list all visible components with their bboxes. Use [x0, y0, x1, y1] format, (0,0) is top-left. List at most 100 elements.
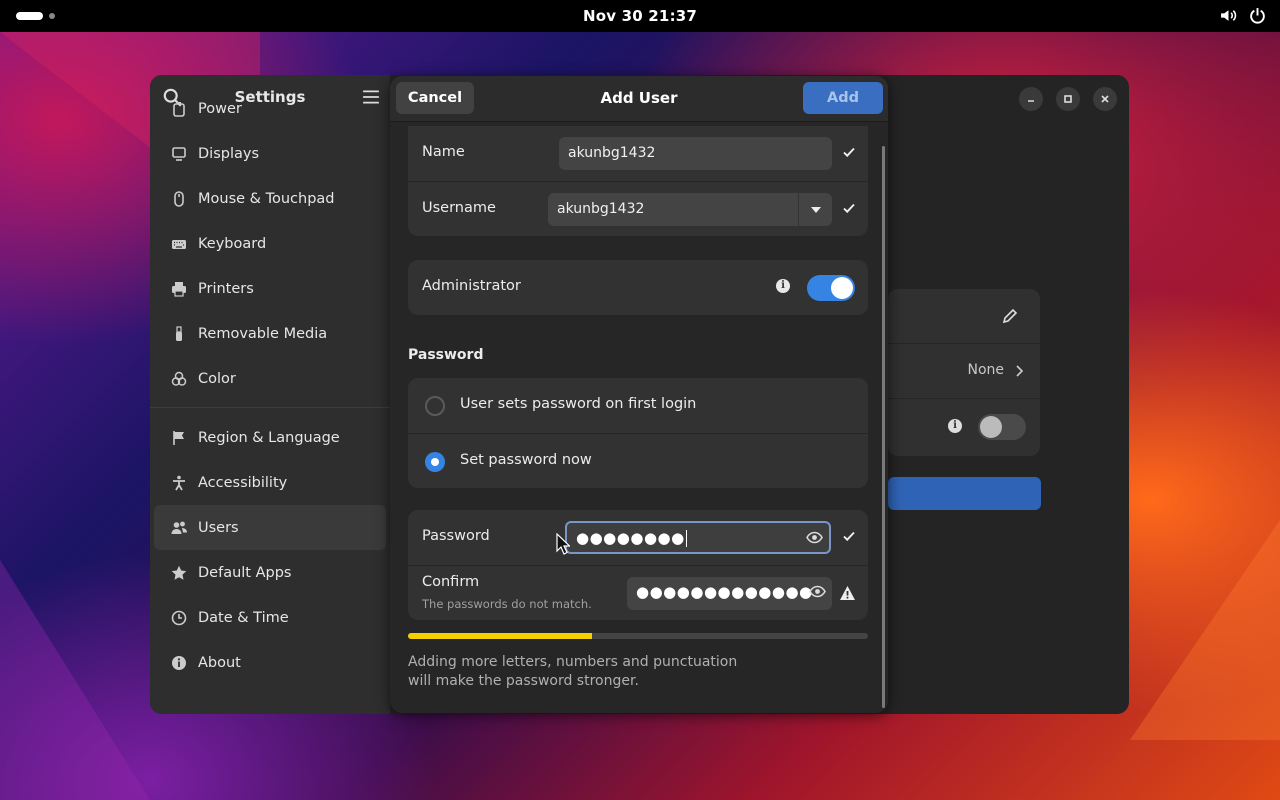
wallpaper-shape — [1130, 520, 1280, 740]
window-controls — [1019, 87, 1117, 111]
add-user-dialog: Cancel Add User Add Name akunbg1432 User… — [390, 76, 888, 713]
power-icon — [1250, 8, 1265, 24]
user-details-card: None i — [888, 289, 1040, 456]
admin-switch[interactable] — [978, 414, 1026, 440]
switch-knob — [980, 416, 1002, 438]
chevron-down-icon — [811, 207, 821, 213]
sidebar-item-label: Power — [198, 101, 242, 117]
password-options-card: User sets password on first login Set pa… — [408, 378, 868, 488]
checkmark-icon — [843, 203, 855, 214]
radio-button-selected[interactable] — [425, 452, 445, 472]
language-value: None — [967, 362, 1004, 378]
show-password-icon[interactable] — [809, 584, 826, 599]
administrator-row: Administrator i — [408, 260, 868, 315]
sidebar-item-label: Mouse & Touchpad — [198, 190, 335, 207]
keyboard-icon — [170, 235, 188, 253]
checkmark-icon — [843, 147, 855, 158]
confirm-password-field[interactable]: ●●●●●●●●●●●●● — [627, 577, 832, 610]
sidebar: Settings Power Displays Mouse & Touchpad… — [150, 75, 390, 714]
sidebar-item-label: Keyboard — [198, 235, 267, 252]
info-icon[interactable]: i — [776, 279, 790, 293]
password-strength-bar — [408, 633, 868, 639]
top-bar: Nov 30 21:37 — [0, 0, 1280, 32]
close-button[interactable] — [1093, 87, 1117, 111]
sidebar-item-keyboard[interactable]: Keyboard — [150, 221, 390, 266]
sidebar-item-users[interactable]: Users — [154, 505, 386, 550]
add-button[interactable]: Add — [803, 82, 883, 114]
edit-icon[interactable] — [1002, 308, 1018, 324]
sidebar-item-default-apps[interactable]: Default Apps — [150, 550, 390, 595]
sidebar-item-mouse[interactable]: Mouse & Touchpad — [150, 176, 390, 221]
radio-button[interactable] — [425, 396, 445, 416]
sidebar-item-label: Accessibility — [198, 474, 288, 491]
close-icon — [1101, 95, 1109, 103]
name-row: Name akunbg1432 — [408, 126, 868, 181]
radio-row-set-now[interactable]: Set password now — [408, 433, 868, 488]
radio-label: User sets password on first login — [460, 396, 697, 412]
star-icon — [170, 564, 188, 582]
sidebar-item-label: Displays — [198, 145, 260, 162]
username-dropdown-button[interactable] — [798, 193, 832, 226]
confirm-row: Confirm The passwords do not match. ●●●●… — [408, 565, 868, 620]
radio-label: Set password now — [460, 452, 592, 468]
name-label: Name — [422, 144, 465, 160]
administrator-card: Administrator i — [408, 260, 868, 315]
admin-row: i — [888, 399, 1040, 454]
wallpaper-shape — [0, 560, 150, 800]
clock-icon — [170, 609, 188, 627]
sidebar-item-about[interactable]: About — [150, 640, 390, 685]
password-hint: Adding more letters, numbers and punctua… — [408, 654, 738, 689]
password-entry-card: Password ●●●●●●●● Confirm The passwords … — [408, 510, 868, 620]
info-icon[interactable]: i — [948, 419, 962, 433]
volume-icon — [1221, 10, 1237, 21]
scrollbar[interactable] — [882, 146, 885, 708]
radio-row-first-login[interactable]: User sets password on first login — [408, 378, 868, 433]
sidebar-item-label: Users — [198, 519, 239, 536]
display-icon — [170, 145, 188, 163]
clock[interactable]: Nov 30 21:37 — [0, 7, 1280, 25]
text-cursor — [685, 530, 687, 547]
minimize-button[interactable] — [1019, 87, 1043, 111]
language-row[interactable]: None — [888, 344, 1040, 399]
identity-card: Name akunbg1432 Username akunbg1432 — [408, 126, 868, 236]
sidebar-item-label: Removable Media — [198, 325, 328, 342]
sidebar-item-removable-media[interactable]: Removable Media — [150, 311, 390, 356]
password-section-title: Password — [408, 347, 484, 363]
username-field[interactable]: akunbg1432 — [548, 193, 798, 226]
password-field[interactable]: ●●●●●●●● — [565, 521, 831, 554]
sidebar-list: Power Displays Mouse & Touchpad Keyboard… — [150, 101, 390, 685]
chevron-right-icon — [1016, 365, 1024, 377]
password-value: ●●●●●●●● — [576, 529, 687, 547]
administrator-label: Administrator — [422, 278, 521, 294]
sidebar-item-region-language[interactable]: Region & Language — [150, 415, 390, 460]
minimize-icon — [1028, 100, 1034, 102]
sidebar-item-label: Date & Time — [198, 609, 289, 626]
flag-icon — [170, 429, 188, 447]
sidebar-separator — [150, 407, 390, 408]
password-row: Password ●●●●●●●● — [408, 510, 868, 565]
username-label: Username — [422, 200, 496, 216]
system-tray[interactable] — [1220, 7, 1266, 24]
show-password-icon[interactable] — [806, 530, 823, 545]
power-icon — [170, 100, 188, 118]
confirm-value: ●●●●●●●●●●●●● — [636, 583, 813, 601]
dialog-header: Cancel Add User Add — [390, 76, 888, 122]
sidebar-item-label: Printers — [198, 280, 254, 297]
user-name-row — [888, 289, 1040, 344]
sidebar-item-date-time[interactable]: Date & Time — [150, 595, 390, 640]
sidebar-item-printers[interactable]: Printers — [150, 266, 390, 311]
name-field[interactable]: akunbg1432 — [559, 137, 832, 170]
checkmark-icon — [843, 531, 855, 542]
sidebar-item-power[interactable]: Power — [150, 87, 390, 131]
maximize-button[interactable] — [1056, 87, 1080, 111]
password-mismatch-error: The passwords do not match. — [422, 597, 592, 611]
mouse-icon — [170, 190, 188, 208]
sidebar-item-label: Color — [198, 370, 236, 387]
sidebar-item-accessibility[interactable]: Accessibility — [150, 460, 390, 505]
sidebar-item-displays[interactable]: Displays — [150, 131, 390, 176]
sidebar-item-label: About — [198, 654, 241, 671]
username-row: Username akunbg1432 — [408, 181, 868, 236]
administrator-switch[interactable] — [807, 275, 855, 301]
remove-user-button[interactable] — [888, 477, 1041, 510]
sidebar-item-color[interactable]: Color — [150, 356, 390, 401]
